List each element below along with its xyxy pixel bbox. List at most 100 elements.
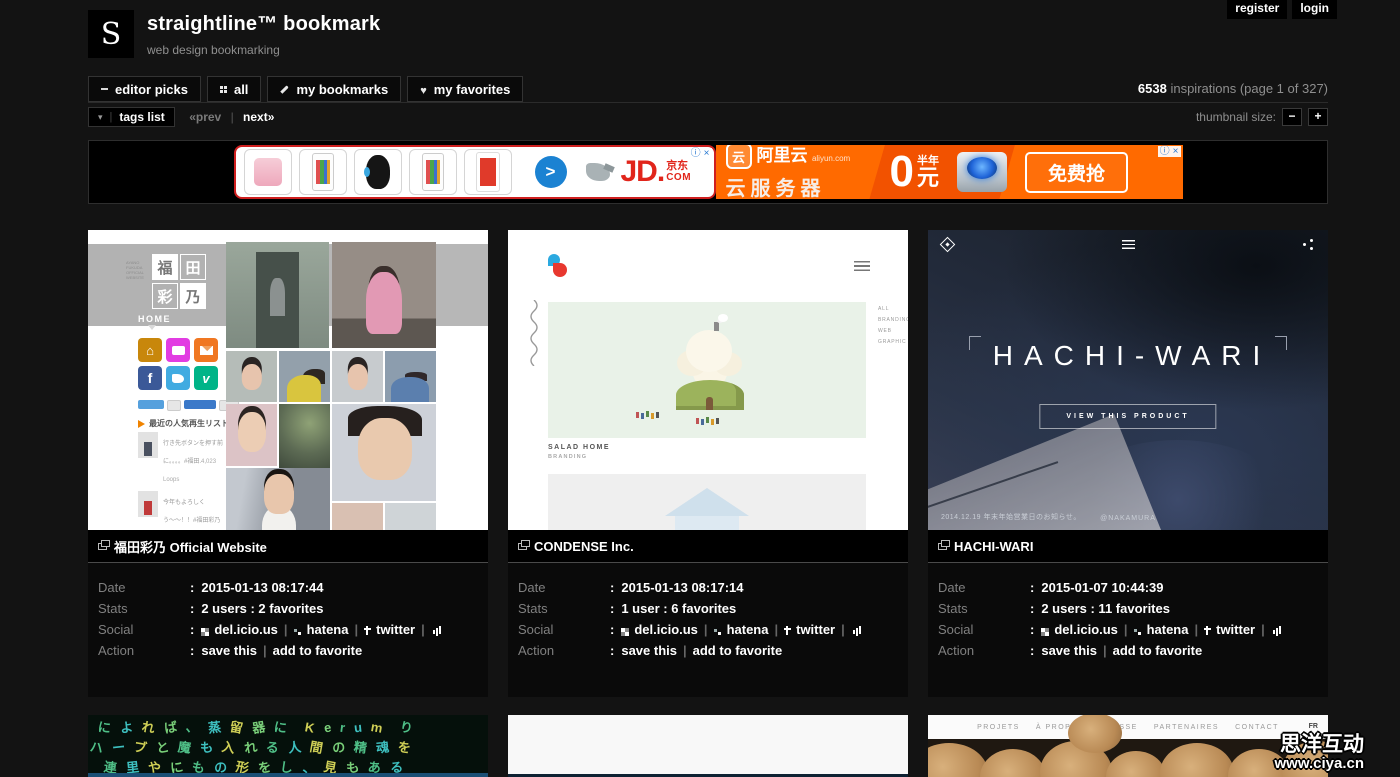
window-icon [938,543,947,550]
tab-my-bookmarks[interactable]: my bookmarks [267,76,401,102]
separator: | [110,111,113,123]
thumbnail-hachiwari-website[interactable]: HACHI-WARI VIEW THIS PRODUCT 2014.12.19 … [928,230,1328,530]
nav-link[interactable]: CONTACT [1235,724,1279,731]
card-title-link[interactable]: HACHI-WARI [954,539,1033,554]
aliyun-cta-button[interactable]: 免费抢 [1025,152,1128,193]
vine-icon[interactable]: v [194,366,218,390]
hatena-icon [294,629,297,632]
tab-all[interactable]: all [207,76,261,102]
twitter-bird-icon[interactable] [166,366,190,390]
nav-link[interactable]: PARTENAIRES [1154,724,1219,731]
date-label: Date [518,577,610,598]
twitter-link[interactable]: twitter [1204,622,1255,637]
condense-logo [548,254,572,284]
mail-icon[interactable] [194,338,218,362]
thumbnail-matrix-text-website[interactable]: によれば、蒸留器に Kerum り ハーブと魔も入れる人間の精魂を 連里やにもの… [88,715,488,777]
home-icon[interactable]: ⌂ [138,338,162,362]
ad-info-icon[interactable]: ⓘ [1160,146,1170,157]
tab-my-favorites[interactable]: my favorites [407,76,523,102]
delicious-link[interactable]: del.icio.us [1041,622,1118,637]
delicious-link[interactable]: del.icio.us [621,622,698,637]
date-value: 2015-01-13 08:17:14 [621,580,743,595]
social-label: Social [938,619,1030,640]
hatena-link[interactable]: hatena [714,622,769,637]
next-link[interactable]: next» [243,110,274,124]
tiny-people [696,418,699,424]
nav-link[interactable]: PROJETS [977,724,1020,731]
scattered-text-line: ハーブと魔も入れる人間の精魂を [90,737,420,756]
ad-info-icon[interactable]: ⓘ [691,148,701,159]
thumbnail-wood-logs-website[interactable]: PROJETS À PROPOS PRESSE PARTENAIRES CONT… [928,715,1328,777]
save-this-link[interactable]: save this [621,643,677,658]
watermark: 思洋互动 www.ciya.cn [1275,734,1364,772]
aliyun-brand: 阿里云 [757,146,808,165]
add-to-favorite-link[interactable]: add to favorite [1113,643,1203,658]
view-product-button[interactable]: VIEW THIS PRODUCT [1039,404,1216,429]
site-header: S straightline™ bookmark web design book… [88,10,380,58]
tags-list-button[interactable]: ▾ | tags list [88,107,175,127]
register-button[interactable]: register [1227,0,1287,19]
add-to-favorite-link[interactable]: add to favorite [273,643,363,658]
stats-chart-icon[interactable] [1273,625,1283,634]
save-this-link[interactable]: save this [1041,643,1097,658]
tab-editor-picks[interactable]: editor picks [88,76,201,102]
ad-arrow-button[interactable]: > [535,156,567,188]
thumbnail-condense-website[interactable]: ALL BRANDING WEB GRAPHIC SALAD HOME BRAN… [508,230,908,530]
date-value: 2015-01-07 10:44:39 [1041,580,1163,595]
twitter-link[interactable]: twitter [364,622,415,637]
playlist-item[interactable]: 行き先ボタンを押す前に。。。。#福田.4,023 Loops [138,432,224,486]
ad-close-icon[interactable]: × [704,148,710,159]
grid-icon [220,86,223,89]
save-this-link[interactable]: save this [201,643,257,658]
price-zero: 0 [890,150,914,194]
fukuda-social-icons: ⌂ f v [138,338,224,390]
chevron-down-icon: ▾ [98,112,103,123]
stats-value: 1 user : 6 favorites [621,601,736,616]
thumbnail-larger-button[interactable]: + [1308,108,1328,126]
site-logo[interactable]: S [88,10,134,58]
fukuda-logo: 福田 彩乃 [152,254,208,310]
corner-bracket-right [1275,336,1287,350]
card-title-link[interactable]: CONDENSE Inc. [534,539,634,554]
window-icon [518,543,527,550]
aliyun-product: 云服务器 [726,172,876,199]
prev-link[interactable]: «prev [189,110,221,124]
language-switch[interactable]: FR [1309,723,1318,730]
twitter-icon [366,626,368,635]
playlist-item[interactable]: 今年もよろしくう〜〜！！#福田彩乃565 Loops [138,491,224,530]
thumbnail-smaller-button[interactable]: − [1282,108,1302,126]
bookmark-card: HACHI-WARI VIEW THIS PRODUCT 2014.12.19 … [928,230,1328,697]
delicious-link[interactable]: del.icio.us [201,622,278,637]
stats-chart-icon[interactable] [853,625,863,634]
photo [226,242,329,348]
photo [385,503,436,530]
aliyun-ad[interactable]: 云 阿里云 aliyun.com 云服务器 0 半年 元 免费抢 ⓘ [716,145,1183,199]
login-button[interactable]: login [1292,0,1337,19]
jd-brand-cn: 京东 [666,161,691,172]
tiny-people [636,412,639,418]
facebook-icon[interactable]: f [138,366,162,390]
ad-product-phone-1 [299,149,347,195]
stats-label: Stats [938,598,1030,619]
ad-close-icon[interactable]: × [1173,146,1179,157]
tv-icon[interactable] [166,338,190,362]
share-buttons[interactable] [138,400,239,411]
fukuda-home-link[interactable]: HOME [138,314,171,324]
hatena-link[interactable]: hatena [294,622,349,637]
playlist: 行き先ボタンを押す前に。。。。#福田.4,023 Loops 今年もよろしくう〜… [138,432,224,530]
jd-ad[interactable]: > JD. 京东 COM ⓘ × [234,145,716,199]
thumbnail-white-website[interactable] [508,715,908,777]
cloud-server-icon [957,152,1007,192]
twitter-link[interactable]: twitter [784,622,835,637]
card-title-link[interactable]: 福田彩乃 Official Website [114,537,267,556]
inspiration-count: 6538 inspirations (page 1 of 327) [1138,81,1328,96]
thumbnail-fukuda-website[interactable]: AYANO FUKUDA OFFICIAL WEBSITE 福田 彩乃 HOME… [88,230,488,530]
stats-value: 2 users : 2 favorites [201,601,323,616]
stats-chart-icon[interactable] [433,625,443,634]
fukuda-logo-caption: AYANO FUKUDA OFFICIAL WEBSITE [126,260,148,300]
count-text: inspirations (page 1 of 327) [1167,81,1328,96]
add-to-favorite-link[interactable]: add to favorite [693,643,783,658]
hatena-link[interactable]: hatena [1134,622,1189,637]
bookmark-card: AYANO FUKUDA OFFICIAL WEBSITE 福田 彩乃 HOME… [88,230,488,697]
auth-bar: register login [1227,0,1337,19]
